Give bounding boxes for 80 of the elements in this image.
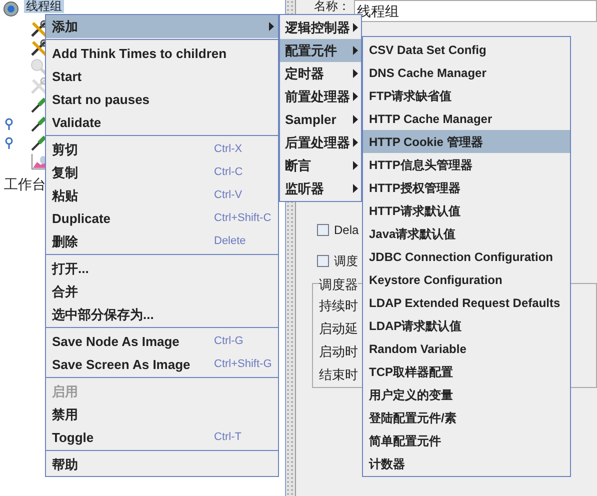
- menu-item[interactable]: 后置处理器: [280, 131, 361, 154]
- menu-item[interactable]: Sampler: [280, 108, 361, 131]
- menu-item[interactable]: 简单配置元件: [363, 429, 570, 452]
- submenu-arrow-icon: [353, 46, 358, 55]
- menu-item[interactable]: 删除 Delete: [46, 230, 278, 253]
- menu-item[interactable]: 添加: [46, 15, 278, 38]
- menu-item[interactable]: HTTP请求默认值: [363, 199, 570, 222]
- menu-item[interactable]: TCP取样器配置: [363, 360, 570, 383]
- menu-item[interactable]: 配置元件: [280, 39, 361, 62]
- submenu-arrow-icon: [269, 22, 274, 31]
- tools-icon: [30, 76, 48, 94]
- shortcut-text: Ctrl-T: [214, 430, 242, 446]
- name-label: 名称：: [314, 0, 350, 13]
- checkbox[interactable]: [317, 224, 329, 236]
- menu-item[interactable]: JDBC Connection Configuration: [363, 245, 570, 268]
- menu-item[interactable]: 断言: [280, 154, 361, 177]
- menu-item[interactable]: 粘贴 Ctrl-V: [46, 184, 278, 207]
- tools-icon: [30, 38, 48, 56]
- menu-item[interactable]: 剪切 Ctrl-X: [46, 138, 278, 161]
- menu-item[interactable]: Duplicate Ctrl+Shift-C: [46, 207, 278, 230]
- menu-item[interactable]: LDAP请求默认值: [363, 314, 570, 337]
- menu-item[interactable]: 定时器: [280, 62, 361, 85]
- menu-item[interactable]: 帮助: [46, 453, 278, 476]
- submenu-arrow-icon: [353, 69, 358, 78]
- menu-item[interactable]: HTTP授权管理器: [363, 176, 570, 199]
- checkbox-label: 调度: [334, 253, 358, 270]
- menu-item[interactable]: 复制 Ctrl-C: [46, 161, 278, 184]
- menu-item[interactable]: 计数器: [363, 452, 570, 475]
- tree-item[interactable]: 线程组: [24, 0, 64, 13]
- menu-item[interactable]: HTTP Cookie 管理器: [363, 130, 570, 153]
- field-label: 结束时: [319, 366, 358, 384]
- submenu-arrow-icon: [353, 184, 358, 193]
- menu-item[interactable]: 打开...: [46, 257, 278, 280]
- menu-item[interactable]: 禁用: [46, 403, 278, 426]
- menu-item[interactable]: DNS Cache Manager: [363, 61, 570, 84]
- expand-handle-icon[interactable]: [5, 118, 13, 130]
- menu-item[interactable]: Add Think Times to children: [46, 42, 278, 65]
- magnifier-icon: [30, 58, 48, 76]
- menu-item[interactable]: 前置处理器: [280, 85, 361, 108]
- menu-item[interactable]: HTTP Cache Manager: [363, 107, 570, 130]
- menu-item[interactable]: Start no pauses: [46, 88, 278, 111]
- shortcut-text: Ctrl-G: [214, 334, 244, 350]
- submenu-arrow-icon: [353, 138, 358, 147]
- menu-item[interactable]: Java请求默认值: [363, 222, 570, 245]
- shortcut-text: Ctrl-V: [214, 188, 242, 204]
- shortcut-text: Delete: [214, 234, 246, 250]
- menu-item[interactable]: Save Screen As Image Ctrl+Shift-G: [46, 353, 278, 376]
- menu-item[interactable]: Keystore Configuration: [363, 268, 570, 291]
- pipette-icon: [30, 134, 48, 152]
- checkbox-label: Dela: [334, 222, 359, 239]
- menu-item[interactable]: Validate: [46, 111, 278, 134]
- shortcut-text: Ctrl+Shift-G: [214, 357, 272, 372]
- menu-item[interactable]: Save Node As Image Ctrl-G: [46, 330, 278, 353]
- submenu-arrow-icon: [353, 115, 358, 124]
- menu-item[interactable]: Random Variable: [363, 337, 570, 360]
- submenu-arrow-icon: [353, 161, 358, 170]
- menu-item[interactable]: 合并: [46, 280, 278, 303]
- menu-item[interactable]: FTP请求缺省值: [363, 84, 570, 107]
- menu-item[interactable]: 选中部分保存为...: [46, 303, 278, 326]
- menu-item[interactable]: CSV Data Set Config: [363, 38, 570, 61]
- menu-item[interactable]: 登陆配置元件/素: [363, 406, 570, 429]
- field-label: 启动延: [319, 320, 358, 338]
- menu-item[interactable]: Start: [46, 65, 278, 88]
- tools-icon: [30, 20, 48, 38]
- expand-handle-icon[interactable]: [5, 136, 13, 148]
- submenu-arrow-icon: [353, 92, 358, 101]
- pipette-icon: [30, 96, 48, 114]
- menu-item[interactable]: Toggle Ctrl-T: [46, 426, 278, 449]
- menu-item[interactable]: HTTP信息头管理器: [363, 153, 570, 176]
- menu-item[interactable]: 用户定义的变量: [363, 383, 570, 406]
- checkbox[interactable]: [317, 255, 329, 267]
- menu-item[interactable]: LDAP Extended Request Defaults: [363, 291, 570, 314]
- shortcut-text: Ctrl-C: [214, 165, 243, 180]
- shortcut-text: Ctrl+Shift-C: [214, 211, 272, 226]
- menu-item[interactable]: 监听器: [280, 177, 361, 200]
- shortcut-text: Ctrl-X: [214, 142, 242, 158]
- submenu-arrow-icon: [353, 23, 358, 32]
- field-label: 启动时: [319, 343, 358, 362]
- field-label: 持续时: [319, 297, 358, 316]
- pipette-icon: [30, 114, 48, 132]
